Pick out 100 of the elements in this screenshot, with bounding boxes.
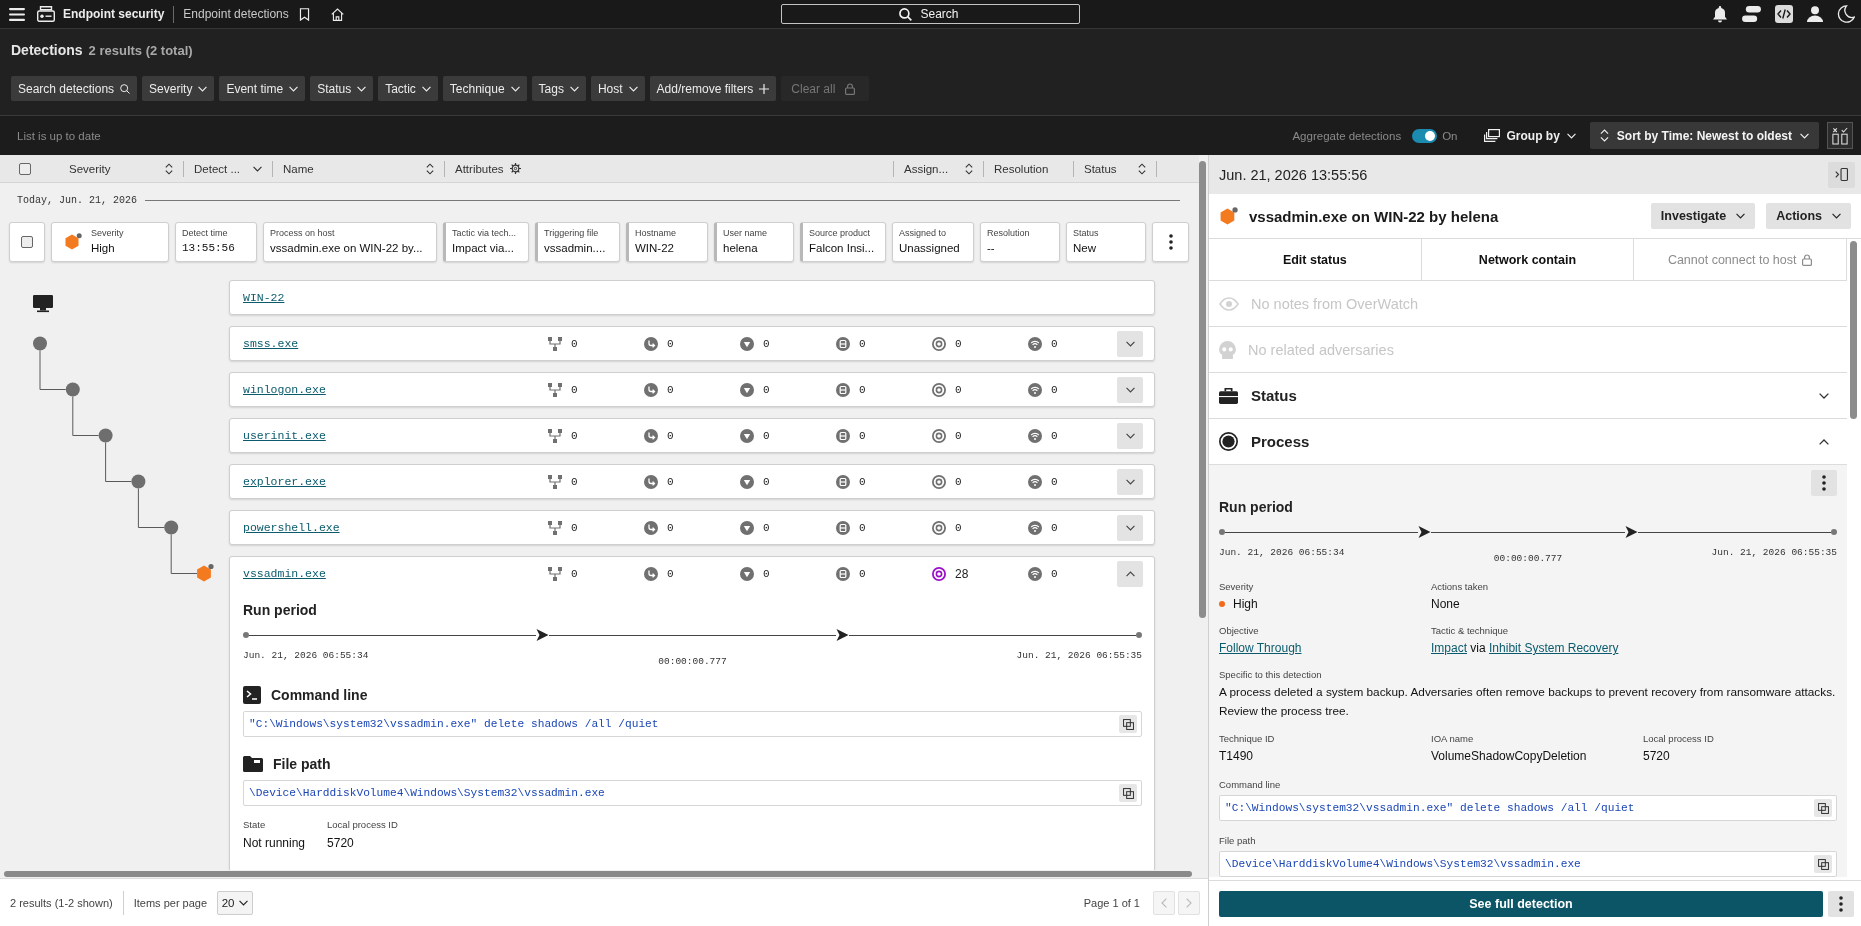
column-settings-button[interactable] [1827,122,1853,149]
more-button[interactable] [1811,470,1837,496]
more-icon [1168,234,1173,250]
column-header[interactable]: Detect ... [194,162,241,175]
settings-icon[interactable] [509,163,521,174]
process-node[interactable] [98,428,113,443]
notice-text: No related adversaries [1248,341,1394,358]
process-link[interactable]: userinit.exe [243,429,326,442]
chevron-down-icon[interactable] [253,165,262,172]
copy-button[interactable] [1814,799,1832,817]
process-link[interactable]: smss.exe [243,337,299,350]
sort-icon[interactable] [165,162,173,175]
metric-count: 0 [763,521,770,534]
sort-icon[interactable] [426,162,434,175]
detection-field-card[interactable]: Source product Falcon Insi... [800,222,886,262]
column-header[interactable]: Severity [69,162,111,175]
user-icon[interactable] [1807,6,1823,22]
menu-icon[interactable] [9,7,25,21]
detection-field-card[interactable]: Assigned to Unassigned [892,222,974,262]
expand-button[interactable] [1117,422,1143,449]
detection-field-card[interactable]: Resolution -- [980,222,1060,262]
collapse-panel-button[interactable] [1828,161,1855,188]
process-link[interactable]: explorer.exe [243,475,326,488]
chevron-right-icon [1186,897,1192,908]
detection-field-card[interactable]: User name helena [714,222,794,262]
home-icon[interactable] [330,7,344,21]
detection-field-card[interactable]: Detect time 13:55:56 [175,222,257,262]
field-value: Falcon Insi... [809,241,875,256]
aggregate-toggle[interactable] [1412,128,1438,143]
field-label: Severity [91,228,124,239]
process-link[interactable]: vssadmin.exe [243,567,326,580]
detection-node[interactable] [197,563,214,582]
metric-count: 0 [667,567,674,580]
more-button[interactable] [1828,890,1854,917]
app-name[interactable]: Endpoint security [63,7,165,21]
more-button[interactable] [1152,222,1189,262]
expand-button[interactable] [1117,514,1143,541]
column-header[interactable]: Name [283,162,314,175]
field-link[interactable]: Impact [1431,641,1467,655]
group-by-button[interactable]: Group by [1477,122,1582,149]
expand-button[interactable] [1117,330,1143,357]
column-header[interactable]: Status [1084,162,1117,175]
section-toggle[interactable]: Status [1209,373,1847,419]
add-filter-button[interactable]: Add/remove filters [649,76,777,101]
filter-dropdown[interactable]: Technique [442,76,527,101]
field-link[interactable]: Follow Through [1219,639,1302,657]
lock-icon [845,82,856,95]
detection-field-card[interactable]: Process on host vssadmin.exe on WIN-22 by... [263,222,437,262]
sort-dropdown[interactable]: Sort by Time: Newest to oldest [1589,122,1819,149]
menu-button[interactable]: Actions [1766,203,1851,229]
sort-icon[interactable] [965,162,973,175]
detection-field-card[interactable]: Hostname WIN-22 [626,222,708,262]
search-icon [120,83,131,94]
filter-dropdown[interactable]: Event time [219,76,306,101]
process-node[interactable] [33,336,47,351]
record-icon [1219,432,1238,451]
filter-dropdown[interactable]: Tags [531,76,586,101]
expand-button[interactable] [1117,376,1143,403]
metric-count: 0 [667,475,674,488]
process-link[interactable]: winlogon.exe [243,383,326,396]
bell-icon[interactable] [1712,5,1728,23]
detection-field-card[interactable]: Severity High [51,222,169,262]
chevron-up-icon [1125,570,1135,577]
stacked-bars-icon[interactable] [1742,6,1761,22]
process-link[interactable]: powershell.exe [243,521,340,534]
expand-button[interactable] [1117,468,1143,495]
sort-icon[interactable] [1138,162,1146,175]
search-filter-button[interactable]: Search detections [11,76,138,101]
row-checkbox[interactable] [21,236,33,248]
moon-icon[interactable] [1837,5,1855,23]
process-node[interactable] [164,520,179,535]
column-header[interactable]: Assign... [904,162,949,175]
filter-dropdown[interactable]: Host [590,76,645,101]
scrollbar-thumb[interactable] [4,871,1192,877]
chevron-down-icon [421,85,431,92]
copy-button[interactable] [1814,855,1832,873]
expand-button[interactable] [1117,560,1143,587]
host-link[interactable]: WIN-22 [243,291,285,304]
bookmark-icon[interactable] [298,7,310,21]
menu-button[interactable]: Investigate [1650,203,1756,229]
filter-dropdown[interactable]: Tactic [378,76,438,101]
detection-field-card[interactable]: Triggering file vssadmin.... [535,222,620,262]
copy-button[interactable] [1119,784,1137,802]
items-per-page-dropdown[interactable]: 20 [217,890,254,915]
select-all-checkbox[interactable] [19,162,31,175]
field-link[interactable]: Inhibit System Recovery [1489,641,1619,655]
code-icon[interactable] [1775,5,1793,23]
detection-field-card[interactable]: Status New [1066,222,1146,262]
scrollbar-thumb[interactable] [1199,161,1206,618]
copy-button[interactable] [1119,715,1137,733]
detection-field-card[interactable]: Tactic via tech... Impact via... [443,222,529,262]
filter-dropdown[interactable]: Status [310,76,374,101]
filter-dropdown[interactable]: Severity [142,76,215,101]
process-node[interactable] [65,382,80,397]
scrollbar-thumb[interactable] [1850,241,1857,419]
computer-icon [33,295,53,313]
process-node[interactable] [131,474,146,489]
search-field[interactable]: Search [781,4,1080,24]
metric-count: 0 [955,475,962,488]
see-full-detection-button[interactable]: See full detection [1219,890,1823,917]
